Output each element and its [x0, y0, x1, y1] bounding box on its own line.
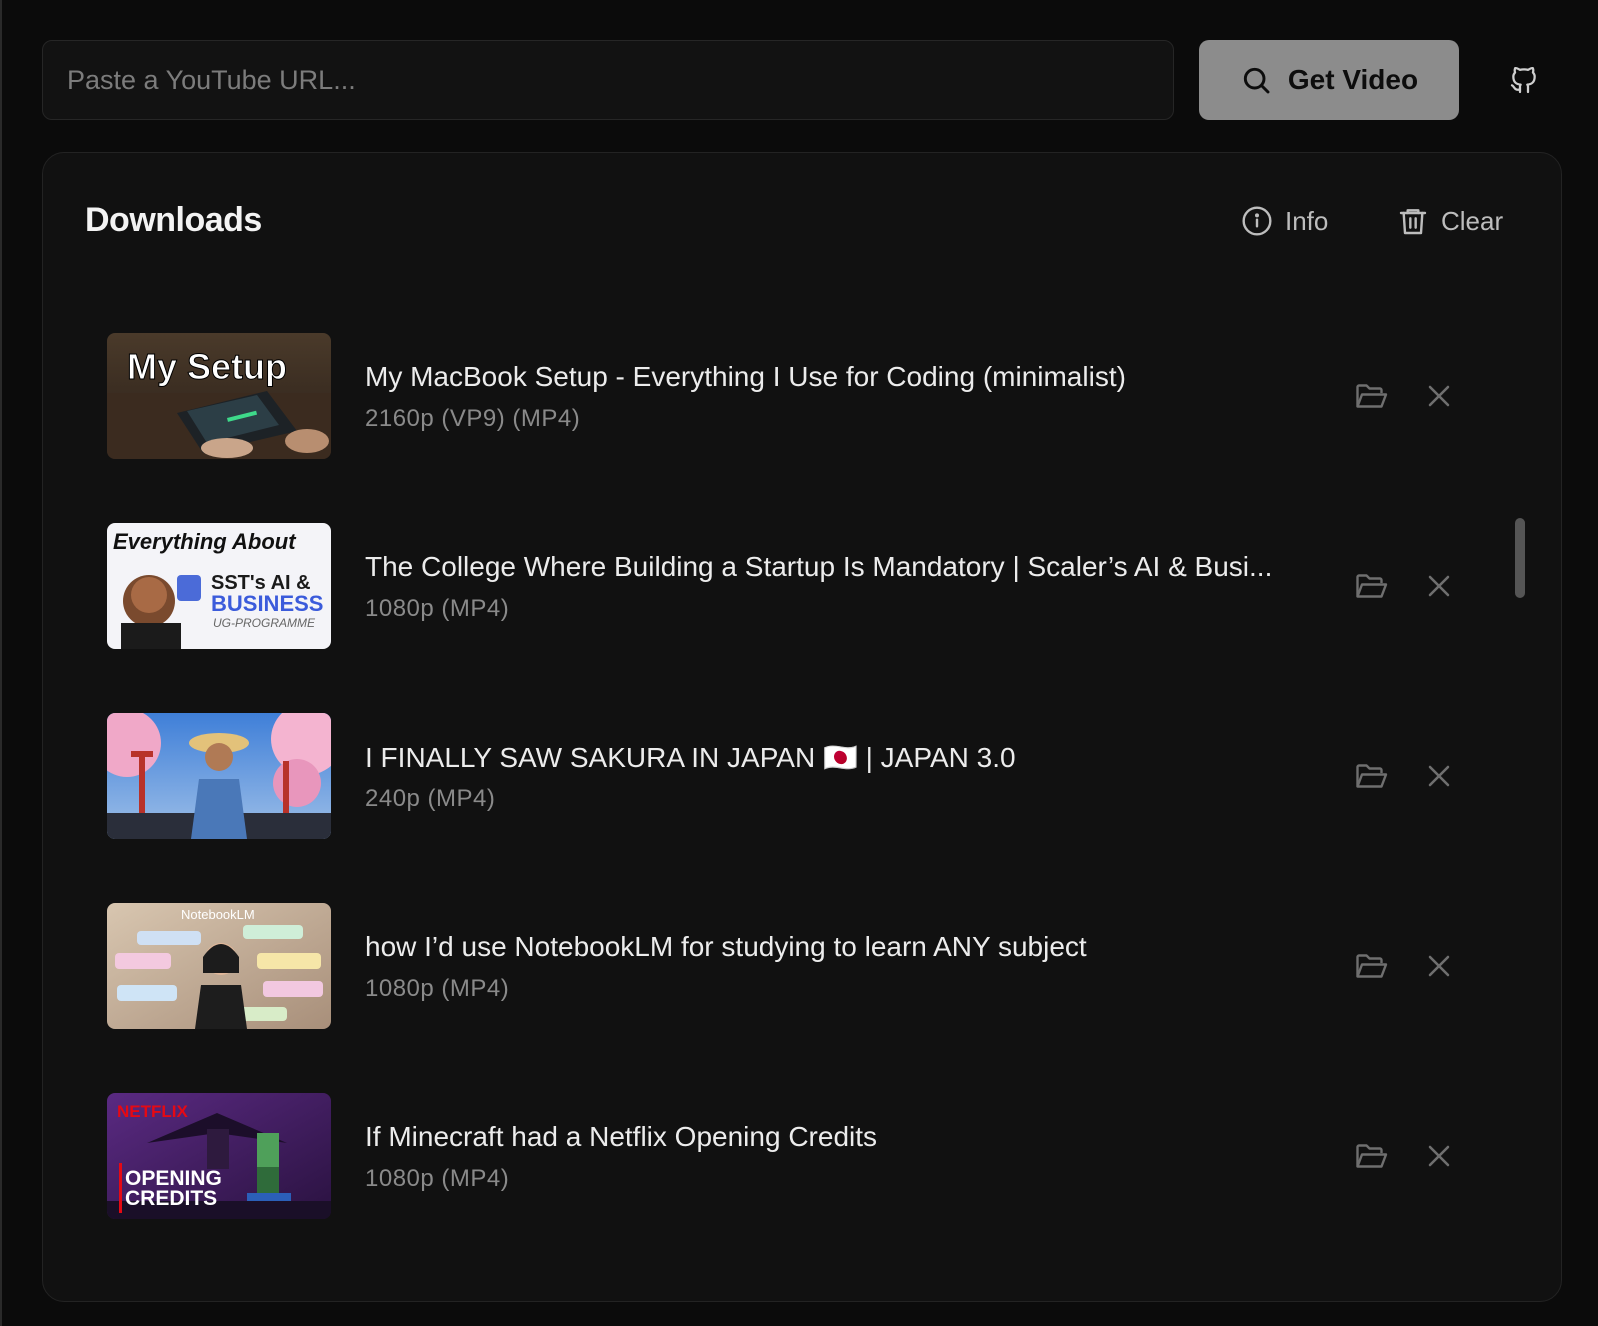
- get-video-button[interactable]: Get Video: [1199, 40, 1459, 120]
- info-label: Info: [1285, 205, 1329, 236]
- info-button[interactable]: Info: [1241, 201, 1328, 241]
- clear-label: Clear: [1441, 205, 1504, 236]
- remove-item-button[interactable]: [1421, 568, 1457, 604]
- download-item: NETFLIX OPENING CREDITS If Minecraft had…: [43, 1093, 1523, 1219]
- video-title: The College Where Building a Startup Is …: [365, 551, 1273, 582]
- downloads-panel: Downloads Info Clear My Setup My MacBook…: [42, 152, 1562, 1302]
- thumbnail-text: BUSINESS: [211, 591, 323, 616]
- app-window: Get Video Downloads Info Clear: [0, 0, 1598, 1326]
- video-format: 240p (MP4): [365, 785, 496, 812]
- video-title: how I’d use NotebookLM for studying to l…: [365, 931, 1087, 962]
- thumbnail-text: CREDITS: [125, 1187, 217, 1210]
- video-thumbnail: NETFLIX OPENING CREDITS: [107, 1093, 331, 1219]
- close-icon: [1428, 765, 1450, 787]
- video-thumbnail: NotebookLM: [107, 903, 331, 1029]
- trash-icon: [1399, 209, 1427, 235]
- info-icon: [1242, 206, 1272, 236]
- remove-item-button[interactable]: [1421, 378, 1457, 414]
- folder-icon: [1356, 1144, 1388, 1168]
- open-folder-button[interactable]: [1353, 1138, 1389, 1174]
- close-icon: [1428, 955, 1450, 977]
- github-icon: [1510, 66, 1536, 94]
- thumbnail-text: My Setup: [127, 346, 287, 387]
- folder-icon: [1356, 954, 1388, 978]
- video-title: I FINALLY SAW SAKURA IN JAPAN 🇯🇵 | JAPAN…: [365, 742, 1016, 773]
- download-item: NotebookLM how I’d use NotebookLM for st…: [43, 903, 1523, 1029]
- close-icon: [1428, 1145, 1450, 1167]
- download-item: My Setup My MacBook Setup - Everything I…: [43, 333, 1523, 459]
- get-video-label: Get Video: [1287, 64, 1419, 95]
- clear-button[interactable]: Clear: [1397, 201, 1503, 241]
- close-icon: [1428, 575, 1450, 597]
- download-item: I FINALLY SAW SAKURA IN JAPAN 🇯🇵 | JAPAN…: [43, 713, 1523, 839]
- folder-icon: [1356, 574, 1388, 598]
- video-title: My MacBook Setup - Everything I Use for …: [365, 361, 1126, 392]
- download-item: Everything About SST's AI & BUSINESS UG-…: [43, 523, 1523, 649]
- open-folder-button[interactable]: [1353, 758, 1389, 794]
- video-format: 1080p (MP4): [365, 595, 510, 622]
- youtube-url-input[interactable]: [42, 40, 1174, 120]
- thumbnail-text: UG-PROGRAMME: [213, 616, 316, 630]
- downloads-title: Downloads: [85, 201, 262, 239]
- open-folder-button[interactable]: [1353, 568, 1389, 604]
- open-folder-button[interactable]: [1353, 378, 1389, 414]
- video-thumbnail: Everything About SST's AI & BUSINESS UG-…: [107, 523, 331, 649]
- thumbnail-text: Everything About: [113, 529, 297, 554]
- video-thumbnail: [107, 713, 331, 839]
- video-format: 1080p (MP4): [365, 1165, 510, 1192]
- folder-icon: [1356, 764, 1388, 788]
- github-button[interactable]: [1502, 58, 1546, 102]
- open-folder-button[interactable]: [1353, 948, 1389, 984]
- close-icon: [1428, 385, 1450, 407]
- thumbnail-text: NotebookLM: [181, 907, 255, 922]
- remove-item-button[interactable]: [1421, 1138, 1457, 1174]
- video-format: 1080p (MP4): [365, 975, 510, 1002]
- remove-item-button[interactable]: [1421, 758, 1457, 794]
- thumbnail-text: NETFLIX: [117, 1102, 188, 1121]
- search-icon: [1243, 67, 1270, 94]
- video-title: If Minecraft had a Netflix Opening Credi…: [365, 1121, 878, 1152]
- video-thumbnail: My Setup: [107, 333, 331, 459]
- video-format: 2160p (VP9) (MP4): [365, 405, 581, 432]
- folder-icon: [1356, 384, 1388, 408]
- remove-item-button[interactable]: [1421, 948, 1457, 984]
